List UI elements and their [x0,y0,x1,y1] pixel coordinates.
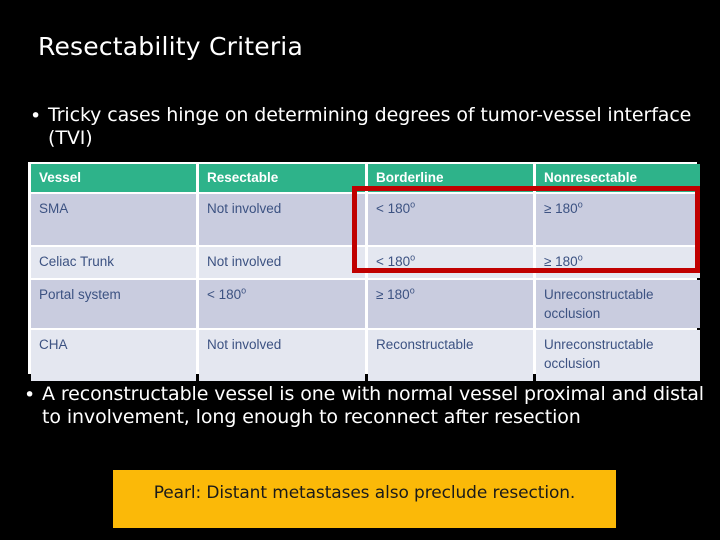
cell-borderline: Reconstructable [368,330,533,381]
cell-vessel: CHA [31,330,196,381]
cell-nonresectable-value: ≥ 180 [544,201,578,216]
pearl-callout: Pearl: Distant metastases also preclude … [113,470,616,528]
cell-borderline-value: < 180 [376,254,411,269]
slide-canvas: Resectability Criteria • Tricky cases hi… [0,0,720,540]
cell-nonresectable: ≥ 180o [536,247,700,278]
cell-nonresectable: Unreconstructable occlusion [536,330,700,381]
cell-resectable: Not involved [199,247,365,278]
column-header-vessel: Vessel [31,164,196,192]
degree-symbol: o [410,252,416,263]
degree-symbol: o [577,199,583,210]
bullet-marker-icon: • [24,384,36,406]
column-header-resectable: Resectable [199,164,365,192]
table-header-row: Vessel Resectable Borderline Nonresectab… [31,164,700,192]
cell-nonresectable: Unreconstructable occlusion [536,280,700,328]
bullet-reconstructable: • A reconstructable vessel is one with n… [24,383,704,429]
degree-symbol: o [410,199,416,210]
cell-vessel: Celiac Trunk [31,247,196,278]
table-row: Celiac Trunk Not involved < 180o ≥ 180o [31,247,700,278]
cell-borderline-value: ≥ 180 [376,287,410,302]
cell-vessel: SMA [31,194,196,245]
cell-vessel: Portal system [31,280,196,328]
cell-borderline: < 180o [368,247,533,278]
cell-borderline: < 180o [368,194,533,245]
cell-nonresectable: ≥ 180o [536,194,700,245]
degree-symbol: o [409,285,415,296]
page-title: Resectability Criteria [38,32,303,61]
table-row: Portal system < 180o ≥ 180o Unreconstruc… [31,280,700,328]
cell-nonresectable-value: ≥ 180 [544,254,578,269]
bullet-reconstructable-text: A reconstructable vessel is one with nor… [42,383,704,428]
cell-resectable-value: < 180 [207,287,242,302]
pearl-callout-text: Pearl: Distant metastases also preclude … [153,483,576,503]
resectability-criteria-table: Vessel Resectable Borderline Nonresectab… [28,162,700,381]
column-header-nonresectable: Nonresectable [536,164,700,192]
cell-resectable: < 180o [199,280,365,328]
bullet-marker-icon: • [30,105,42,127]
bullet-tvi: • Tricky cases hinge on determining degr… [30,104,700,150]
table-row: SMA Not involved < 180o ≥ 180o [31,194,700,245]
cell-resectable: Not involved [199,330,365,381]
bullet-tvi-text: Tricky cases hinge on determining degree… [48,104,692,149]
degree-symbol: o [577,252,583,263]
table-row: CHA Not involved Reconstructable Unrecon… [31,330,700,381]
cell-resectable: Not involved [199,194,365,245]
degree-symbol: o [241,285,247,296]
cell-borderline-value: < 180 [376,201,411,216]
cell-borderline: ≥ 180o [368,280,533,328]
column-header-borderline: Borderline [368,164,533,192]
